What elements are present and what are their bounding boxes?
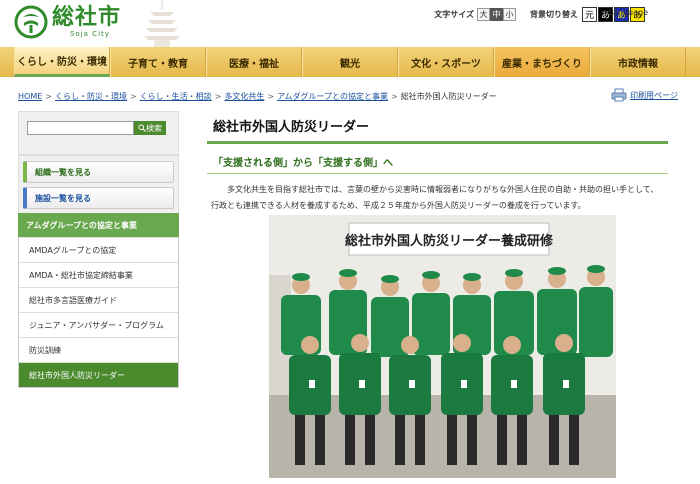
language-link[interactable]: ▸Language <box>605 8 649 17</box>
section-menu: AMDAグループとの協定 AMDA・総社市協定締結事業 総社市多言語医療ガイド … <box>18 237 179 388</box>
breadcrumb-multicultural[interactable]: 多文化共生 <box>224 92 264 101</box>
org-list-link[interactable]: 組織一覧を見る <box>23 161 174 183</box>
menu-item-medical-guide[interactable]: 総社市多言語医療ガイド <box>19 287 178 312</box>
breadcrumb-life-consult[interactable]: くらし・生活・相談 <box>140 92 212 101</box>
nav-item-living[interactable]: くらし・防災・環境 <box>14 47 110 77</box>
font-size-medium-button[interactable]: 中 <box>490 8 503 21</box>
pagoda-illustration-icon <box>144 0 180 47</box>
sidebar: 検索 組織一覧を見る 施設一覧を見る <box>18 111 179 223</box>
global-nav: くらし・防災・環境 子育て・教育 医療・福祉 観光 文化・スポーツ 産業・まちづ… <box>0 47 700 77</box>
site-header: 総社市 Soja City 文字サイズ 大 中 小 背景切り替え 元 あ あ あ… <box>0 0 700 47</box>
section-subtitle: 「支援される側」から「支援する側」へ <box>213 158 393 169</box>
font-size-label: 文字サイズ <box>434 10 474 19</box>
nav-item-childcare[interactable]: 子育て・教育 <box>110 47 206 77</box>
city-emblem-icon <box>14 5 48 39</box>
intro-paragraph: 多文化共生を目指す総社市では、言葉の壁から災害時に情報弱者になりがちな外国人住民… <box>211 185 659 210</box>
nav-item-city-info[interactable]: 市政情報 <box>590 47 686 77</box>
bg-original-button[interactable]: 元 <box>582 7 597 22</box>
search-icon <box>138 124 146 132</box>
font-size-small-button[interactable]: 小 <box>503 8 516 21</box>
menu-item-disaster-leader[interactable]: 総社市外国人防災リーダー <box>19 362 178 387</box>
photo-banner-text: 総社市外国人防災リーダー養成研修 <box>345 233 554 249</box>
search-input[interactable] <box>27 121 134 135</box>
site-logo[interactable]: 総社市 Soja City <box>14 5 121 39</box>
print-page-link[interactable]: 印刷用ページ <box>611 88 678 102</box>
nav-item-medical[interactable]: 医療・福祉 <box>206 47 302 77</box>
facility-list-link[interactable]: 施設一覧を見る <box>23 187 174 209</box>
breadcrumb: HOME > くらし・防災・環境 > くらし・生活・相談 > 多文化共生 > アムダグループとの… <box>18 92 497 101</box>
breadcrumb-home[interactable]: HOME <box>18 92 42 101</box>
menu-item-disaster-drill[interactable]: 防災訓練 <box>19 337 178 362</box>
menu-item-junior-ambassador[interactable]: ジュニア・アンバサダー・プログラム <box>19 312 178 337</box>
site-search: 検索 <box>18 111 179 155</box>
page-title: 総社市外国人防災リーダー <box>207 110 668 144</box>
font-size-large-button[interactable]: 大 <box>477 8 490 21</box>
section-menu-title[interactable]: アムダグループとの協定と事業 <box>18 213 179 237</box>
main-content: 総社市外国人防災リーダー 「支援される側」から「支援する側」へ 多文化共生を目指… <box>207 110 668 214</box>
menu-item-amda-projects[interactable]: AMDA・総社市協定締結事業 <box>19 262 178 287</box>
search-button[interactable]: 検索 <box>134 121 166 135</box>
breadcrumb-current: 総社市外国人防災リーダー <box>400 92 497 101</box>
group-photo: 総社市外国人防災リーダー養成研修 <box>269 215 616 478</box>
nav-item-tourism[interactable]: 観光 <box>302 47 398 77</box>
group-photo-illustration: 総社市外国人防災リーダー養成研修 <box>269 215 616 478</box>
breadcrumb-amda[interactable]: アムダグループとの協定と事業 <box>277 92 388 101</box>
nav-item-culture[interactable]: 文化・スポーツ <box>398 47 494 77</box>
print-page-label: 印刷用ページ <box>630 90 678 100</box>
logo-subtitle: Soja City <box>70 30 110 38</box>
background-switch-label: 背景切り替え <box>530 10 578 19</box>
nav-item-industry[interactable]: 産業・まちづくり <box>494 47 590 77</box>
logo-title: 総社市 <box>52 5 122 30</box>
menu-item-amda-agreement[interactable]: AMDAグループとの協定 <box>19 237 178 262</box>
breadcrumb-living[interactable]: くらし・防災・環境 <box>55 92 127 101</box>
printer-icon <box>611 88 627 102</box>
